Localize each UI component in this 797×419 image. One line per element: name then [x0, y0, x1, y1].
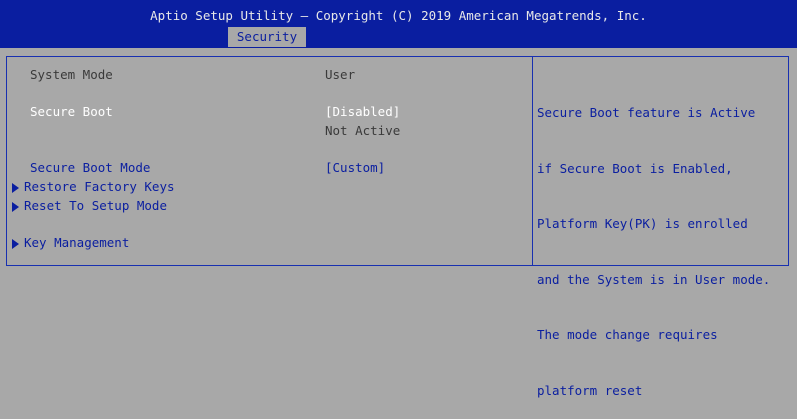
help-line: The mode change requires	[537, 327, 718, 342]
submenu-arrow-icon	[12, 183, 19, 193]
app-title: Aptio Setup Utility – Copyright (C) 2019…	[150, 8, 647, 23]
secure-boot-mode-label[interactable]: Secure Boot Mode	[30, 160, 150, 175]
secure-boot-value[interactable]: [Disabled]	[325, 104, 400, 119]
submenu-arrow-icon	[12, 239, 19, 249]
system-mode-label: System Mode	[30, 67, 113, 82]
help-line: and the System is in User mode.	[537, 271, 771, 287]
help-line: Platform Key(PK) is enrolled	[537, 216, 748, 231]
tab-security[interactable]: Security	[228, 27, 306, 47]
help-panel: Secure Boot feature is Active if Secure …	[537, 67, 787, 419]
secure-boot-label[interactable]: Secure Boot	[30, 104, 113, 119]
help-line: Secure Boot feature is Active	[537, 105, 756, 120]
secure-boot-mode-value[interactable]: [Custom]	[325, 160, 385, 175]
title-bar: Aptio Setup Utility – Copyright (C) 2019…	[0, 0, 797, 48]
help-divider	[532, 56, 533, 266]
system-mode-value: User	[325, 67, 356, 82]
help-line: platform reset	[537, 382, 643, 398]
help-line: if Secure Boot is Enabled,	[537, 160, 733, 176]
reset-to-setup-mode-item[interactable]: Reset To Setup Mode	[24, 198, 167, 213]
key-management-item[interactable]: Key Management	[24, 235, 129, 250]
restore-factory-keys-item[interactable]: Restore Factory Keys	[24, 179, 175, 194]
submenu-arrow-icon	[12, 202, 19, 212]
secure-boot-status: Not Active	[325, 123, 401, 138]
